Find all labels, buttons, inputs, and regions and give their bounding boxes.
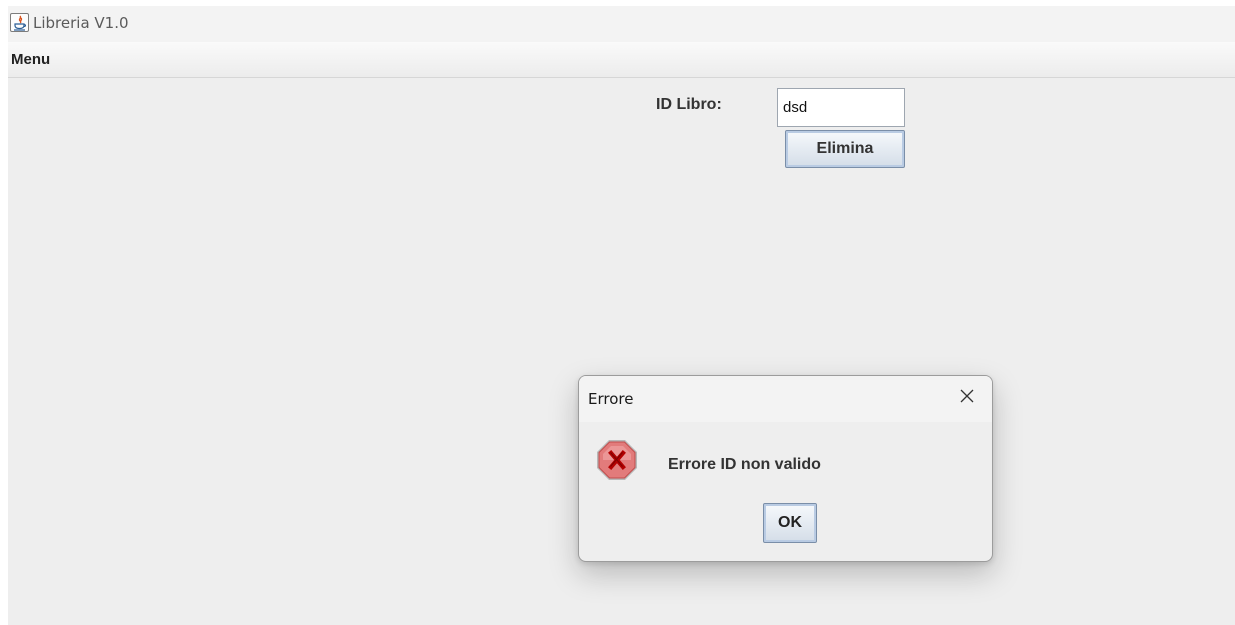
dialog-title-bar: Errore <box>579 376 992 422</box>
elimina-button[interactable]: Elimina <box>785 130 905 168</box>
id-libro-input[interactable] <box>777 88 905 127</box>
dialog-title: Errore <box>588 390 634 408</box>
close-icon <box>960 389 974 403</box>
error-message: Errore ID non valido <box>668 456 821 473</box>
java-icon[interactable] <box>10 13 29 32</box>
error-icon <box>597 440 637 480</box>
window-title: Libreria V1.0 <box>33 14 129 32</box>
menu-bar: Menu <box>8 42 1235 78</box>
title-bar: Libreria V1.0 <box>8 6 1235 42</box>
error-dialog: Errore Errore ID non valido OK <box>578 375 993 562</box>
ok-button[interactable]: OK <box>763 503 817 543</box>
id-libro-label: ID Libro: <box>656 96 722 113</box>
menu-menu[interactable]: Menu <box>11 51 50 68</box>
close-button[interactable] <box>942 376 992 418</box>
